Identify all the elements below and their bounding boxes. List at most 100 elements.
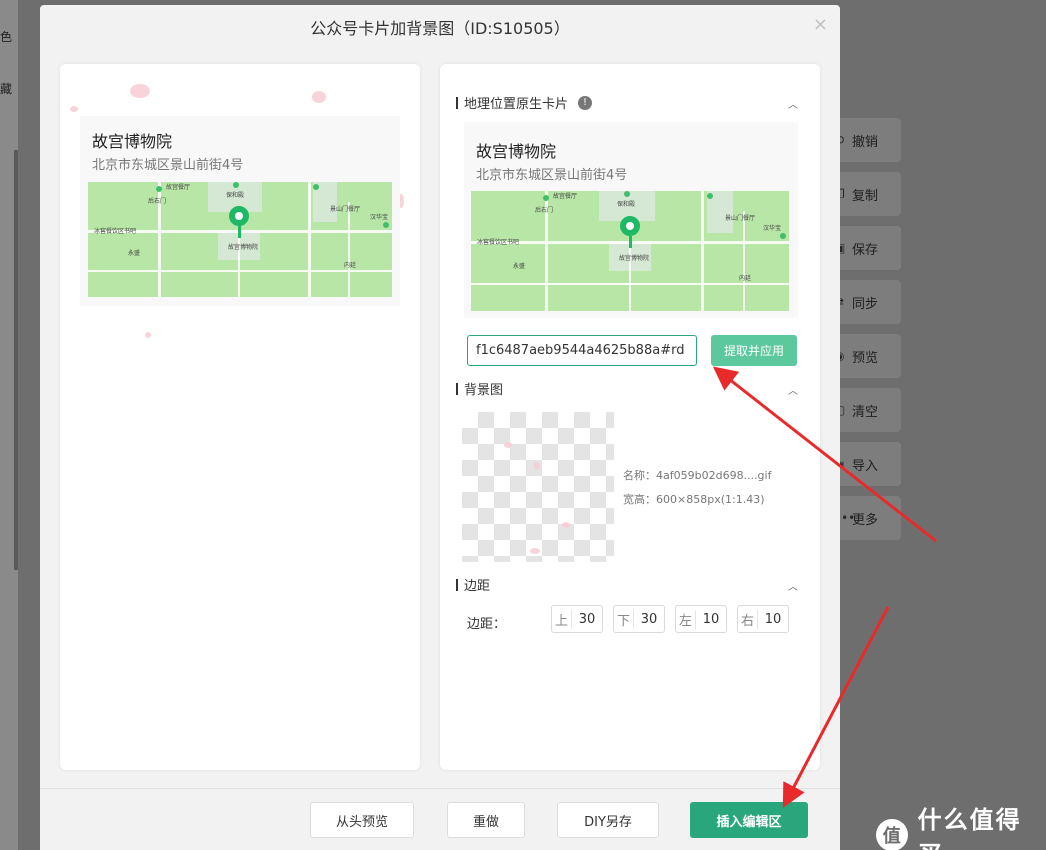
background-section-header[interactable]: 背景图 <box>456 379 503 398</box>
undo-label: 撤销 <box>852 134 879 150</box>
map-road <box>743 211 745 311</box>
margin-section-title: 边距 <box>464 579 491 594</box>
location-card-preview: 故宫博物院 北京市东城区景山前街4号 保和殿 后右门 故宫餐厅 景山门餐厅 汉华… <box>80 116 400 306</box>
save-label: 保存 <box>852 242 879 258</box>
petal-decoration <box>534 462 540 470</box>
margin-key: 右 <box>738 609 758 629</box>
chevron-up-icon[interactable]: ︿ <box>788 96 798 111</box>
margin-section-header[interactable]: 边距 <box>456 575 490 594</box>
location-section-header[interactable]: 地理位置原生卡片 ! <box>456 93 593 112</box>
preview-from-start-button[interactable]: 从头预览 <box>310 802 414 838</box>
map-poi <box>780 233 786 239</box>
margin-key: 下 <box>614 609 634 629</box>
margin-key: 上 <box>552 609 572 629</box>
background-image-thumbnail[interactable] <box>462 412 614 562</box>
background-section-title: 背景图 <box>464 383 504 398</box>
location-section-title: 地理位置原生卡片 <box>464 97 569 112</box>
location-pin-icon <box>620 216 640 236</box>
map-label: 故宫博物院 <box>228 244 259 251</box>
map-image: 保和殿 后右门 故宫餐厅 景山门餐厅 汉华宝 冰窖餐饮区书吧 永盛 故宫博物院 … <box>88 182 392 297</box>
card-place-name: 故宫博物院 <box>476 142 557 161</box>
background-file-name: 名称：4af059b02d698....gif <box>623 469 772 482</box>
map-label: 故宫餐厅 <box>166 184 191 191</box>
map-label: 景山门餐厅 <box>725 215 756 222</box>
margin-right-field[interactable]: 右 10 <box>737 605 789 633</box>
info-icon[interactable]: ! <box>578 95 593 110</box>
map-label: 永盛 <box>513 263 526 270</box>
clear-label: 清空 <box>852 404 879 420</box>
map-poi <box>313 184 319 190</box>
map-poi <box>233 182 239 188</box>
diy-save-as-button[interactable]: DIY另存 <box>557 802 659 838</box>
insert-editor-button[interactable]: 插入编辑区 <box>690 802 808 838</box>
map-poi <box>383 222 389 228</box>
map-road <box>308 182 311 297</box>
map-label: 内廷 <box>344 262 357 269</box>
background-file-size: 宽高：600×858px(1:1.43) <box>623 493 765 506</box>
background-scrollbar <box>14 150 18 570</box>
section-marker <box>456 578 458 591</box>
preview-panel: 故宫博物院 北京市东城区景山前街4号 保和殿 后右门 故宫餐厅 景山门餐厅 汉华… <box>60 64 420 770</box>
dialog-title: 公众号卡片加背景图（ID:S10505） <box>310 19 570 38</box>
sync-label: 同步 <box>852 296 879 312</box>
card-background-dialog: 公众号卡片加背景图（ID:S10505） × 故宫博物院 北京市东城区景山前街4… <box>40 5 840 850</box>
location-pin-icon <box>229 206 249 226</box>
site-logo: 值 什么值得买 <box>876 800 1046 850</box>
section-marker <box>456 382 458 395</box>
map-road <box>348 202 350 297</box>
logo-text: 什么值得买 <box>917 806 1022 850</box>
map-label: 保和殿 <box>617 201 636 208</box>
margin-value[interactable]: 10 <box>758 612 788 627</box>
map-label: 景山门餐厅 <box>330 206 361 213</box>
petal-decoration <box>130 84 150 98</box>
map-label: 冰窖餐饮区书吧 <box>477 239 520 246</box>
map-image: 保和殿 后右门 故宫餐厅 景山门餐厅 汉华宝 冰窖餐饮区书吧 永盛 故宫博物院 … <box>471 191 789 311</box>
map-label: 故宫博物院 <box>619 255 650 262</box>
map-label: 内廷 <box>739 275 752 282</box>
map-road <box>701 191 704 311</box>
map-road <box>88 270 392 272</box>
dialog-footer: 从头预览 重做 DIY另存 插入编辑区 <box>40 788 840 850</box>
petal-decoration <box>504 442 512 448</box>
card-address: 北京市东城区景山前街4号 <box>476 168 628 183</box>
settings-panel: 地理位置原生卡片 ! ︿ 故宫博物院 北京市东城区景山前街4号 保和殿 后右门 … <box>440 64 820 770</box>
preview-label: 预览 <box>852 350 879 366</box>
extract-apply-button[interactable]: 提取并应用 <box>711 335 797 366</box>
chevron-up-icon[interactable]: ︿ <box>788 578 798 593</box>
map-label: 冰窖餐饮区书吧 <box>94 228 137 235</box>
card-id-input[interactable] <box>467 335 697 366</box>
map-label: 汉华宝 <box>763 225 782 232</box>
section-marker <box>456 96 458 109</box>
map-label: 后右门 <box>535 207 554 214</box>
map-label: 故宫餐厅 <box>553 193 578 200</box>
margin-left-field[interactable]: 左 10 <box>675 605 727 633</box>
close-icon[interactable]: × <box>813 14 828 35</box>
margin-top-field[interactable]: 上 30 <box>551 605 603 633</box>
margin-value[interactable]: 30 <box>634 612 664 627</box>
map-poi <box>624 191 630 197</box>
petal-decoration <box>70 106 78 112</box>
copy-label: 复制 <box>852 188 879 204</box>
location-card: 故宫博物院 北京市东城区景山前街4号 保和殿 后右门 故宫餐厅 景山门餐厅 汉华… <box>464 122 798 318</box>
margin-label: 边距： <box>467 617 507 632</box>
map-poi <box>707 193 713 199</box>
map-poi <box>156 186 162 192</box>
redo-button[interactable]: 重做 <box>447 802 525 838</box>
margin-value[interactable]: 10 <box>696 612 726 627</box>
margin-bottom-field[interactable]: 下 30 <box>613 605 665 633</box>
card-place-name: 故宫博物院 <box>92 132 173 151</box>
map-label: 后右门 <box>148 198 167 205</box>
margin-value[interactable]: 30 <box>572 612 602 627</box>
background-left-text: 藏 <box>0 82 13 96</box>
map-poi <box>543 195 549 201</box>
background-left-text: 色 <box>0 30 13 44</box>
petal-decoration <box>145 332 151 338</box>
pin-stem <box>629 236 632 248</box>
import-label: 导入 <box>852 458 879 474</box>
map-label: 汉华宝 <box>370 214 389 221</box>
logo-mark: 值 <box>876 819 908 850</box>
more-label: 更多 <box>852 512 879 528</box>
petal-decoration <box>562 522 570 528</box>
petal-decoration <box>312 91 326 103</box>
chevron-up-icon[interactable]: ︿ <box>788 382 798 397</box>
